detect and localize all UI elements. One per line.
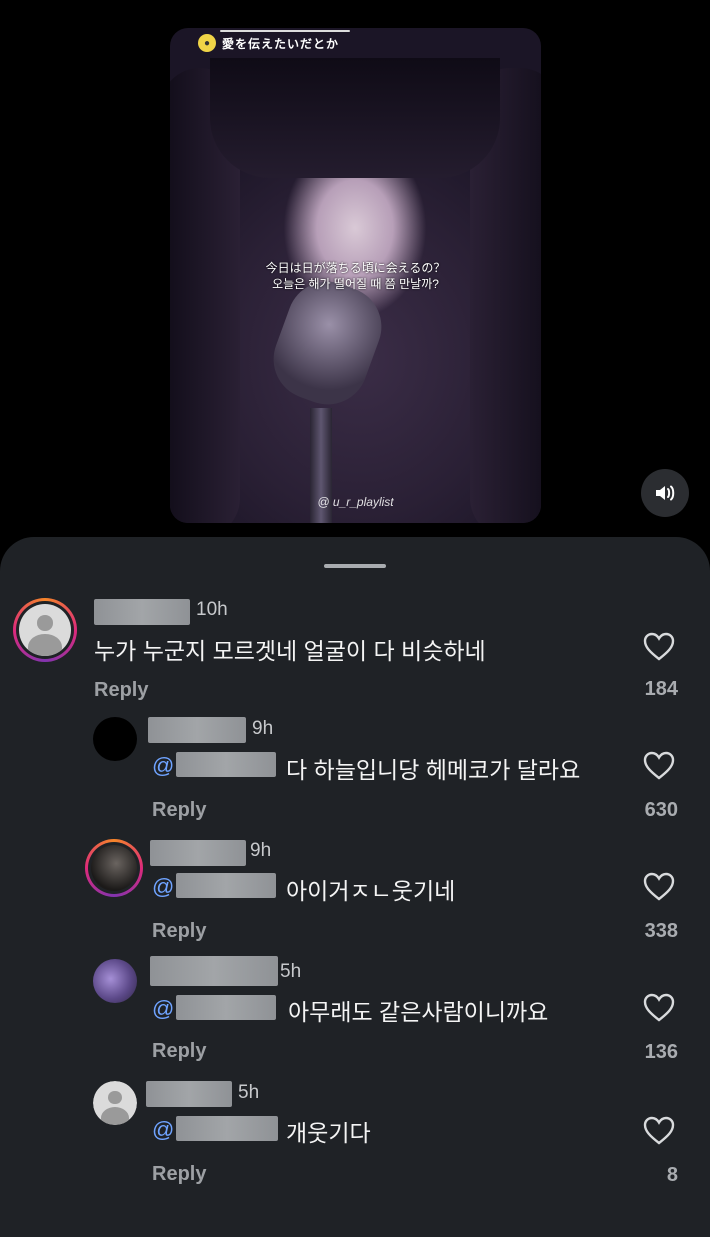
video-frame-bangs (210, 58, 500, 178)
username-redacted[interactable] (94, 599, 190, 625)
reply-button[interactable]: Reply (152, 1040, 206, 1063)
subtitle: 今日は日が落ちる頃に会えるの？ 오늘은 해가 떨어질 때 쯤 만날까? (170, 260, 541, 292)
username-redacted[interactable] (148, 717, 246, 743)
comment-time: 9h (250, 840, 272, 861)
mention-username-redacted[interactable] (176, 1116, 278, 1141)
username-redacted[interactable] (146, 1081, 232, 1107)
sheet-drag-handle[interactable] (324, 564, 386, 568)
reply-button[interactable]: Reply (152, 920, 206, 943)
watermark: @ u_r_playlist (317, 495, 394, 509)
comment-text: 개웃기다 (286, 1120, 371, 1146)
like-count: 136 (644, 1041, 678, 1063)
music-disc-icon: ● (198, 34, 216, 52)
username-redacted[interactable] (150, 840, 246, 866)
heart-icon[interactable] (643, 872, 675, 902)
heart-icon[interactable] (643, 1116, 675, 1146)
reply-button[interactable]: Reply (152, 799, 206, 822)
subtitle-kr: 오늘은 해가 떨어질 때 쯤 만날까? (272, 277, 439, 291)
video-player[interactable]: ● 愛を伝えたいだとか 今日は日が落ちる頃に会えるの？ 오늘은 해가 떨어질 때… (170, 28, 541, 523)
username-redacted[interactable] (150, 956, 278, 986)
like-count: 338 (644, 920, 678, 942)
comments-sheet: 10h 누가 누군지 모르겟네 얼굴이 다 비슷하네 Reply 184 9h … (0, 537, 710, 1237)
mention-at[interactable]: @ (152, 1117, 174, 1143)
heart-icon[interactable] (643, 751, 675, 781)
heart-icon[interactable] (643, 632, 675, 662)
comment-time: 5h (238, 1082, 260, 1103)
default-avatar-icon (19, 604, 71, 656)
mention-at[interactable]: @ (152, 753, 174, 779)
like-count: 630 (644, 799, 678, 821)
comment-text: 다 하늘입니당 헤메코가 달라요 (286, 757, 581, 783)
subtitle-jp: 今日は日が落ちる頃に会えるの？ (265, 261, 446, 275)
mention-at[interactable]: @ (152, 996, 174, 1022)
comment-text: 누가 누군지 모르겟네 얼굴이 다 비슷하네 (94, 638, 486, 664)
music-progress-line (220, 30, 350, 32)
comment-time: 9h (252, 718, 274, 739)
sound-toggle-button[interactable] (641, 469, 689, 517)
like-count: 184 (644, 678, 678, 700)
avatar[interactable] (93, 1081, 137, 1125)
heart-icon[interactable] (643, 993, 675, 1023)
comment-text: 아무래도 같은사람이니까요 (288, 999, 549, 1025)
mention-at[interactable]: @ (152, 874, 174, 900)
avatar[interactable] (93, 959, 137, 1003)
default-avatar-icon (93, 1081, 137, 1125)
profile-photo (91, 845, 137, 891)
comment-text: 아이거ㅈㄴ웃기네 (286, 878, 456, 904)
comment-time: 10h (196, 599, 228, 620)
mention-username-redacted[interactable] (176, 752, 276, 777)
reply-button[interactable]: Reply (94, 679, 148, 702)
avatar[interactable] (13, 598, 77, 662)
mention-username-redacted[interactable] (176, 873, 276, 898)
song-title: 愛を伝えたいだとか (222, 36, 340, 51)
music-sticker[interactable]: ● 愛を伝えたいだとか (198, 34, 339, 52)
avatar[interactable] (85, 839, 143, 897)
like-count: 8 (666, 1164, 678, 1186)
reply-button[interactable]: Reply (152, 1163, 206, 1186)
microphone-image (262, 270, 393, 416)
speaker-icon (656, 485, 675, 501)
avatar[interactable] (93, 717, 137, 761)
comment-time: 5h (280, 961, 302, 982)
mention-username-redacted[interactable] (176, 995, 276, 1020)
